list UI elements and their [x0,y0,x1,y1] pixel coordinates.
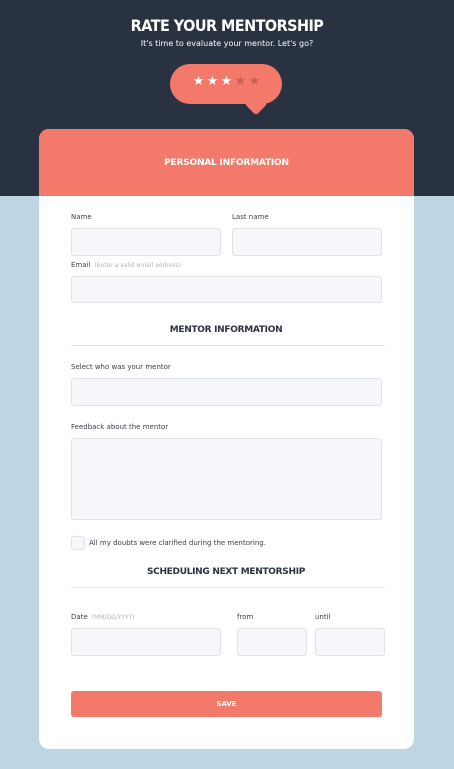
star-rating[interactable]: ★ ★ ★ ★ ★ [192,75,261,88]
email-label: Email [71,261,91,269]
feedback-textarea[interactable] [71,438,382,520]
name-field[interactable] [71,228,221,256]
email-hint: (Enter a valid email address) [94,262,182,269]
star-icon[interactable]: ★ [206,75,219,88]
email-label-row: Email (Enter a valid email address) [71,261,181,269]
star-icon[interactable]: ★ [220,75,233,88]
section-divider [71,345,385,346]
from-label: from [237,613,254,621]
mentor-select[interactable] [71,378,382,406]
page-title: RATE YOUR MENTORSHIP [130,16,324,35]
until-label: until [315,613,331,621]
email-field[interactable] [71,276,382,303]
date-field[interactable] [71,628,221,656]
personal-section-title: PERSONAL INFORMATION [164,157,289,168]
date-hint: (MM/DD/YYYY) [91,614,135,621]
mentor-section-title: MENTOR INFORMATION [169,325,283,335]
star-icon[interactable]: ★ [248,75,261,88]
doubts-checkbox[interactable] [71,536,85,550]
last-name-field[interactable] [232,228,382,256]
star-icon[interactable]: ★ [192,75,205,88]
date-label-row: Date (MM/DD/YYYY) [71,613,135,621]
scheduling-section-title: SCHEDULING NEXT MENTORSHIP [146,567,306,577]
mentor-select-label: Select who was your mentor [71,363,171,371]
save-button[interactable]: SAVE [71,691,382,717]
section-divider [71,587,385,588]
page-subtitle: It's time to evaluate your mentor. Let's… [140,39,314,48]
from-time-field[interactable] [237,628,307,656]
card-header: PERSONAL INFORMATION [39,129,414,196]
star-icon[interactable]: ★ [234,75,247,88]
name-label: Name [71,213,92,221]
until-time-field[interactable] [315,628,385,656]
doubts-checkbox-label: All my doubts were clarified during the … [89,539,266,547]
feedback-label: Feedback about the mentor [71,423,169,431]
date-label: Date [71,613,88,621]
last-name-label: Last name [232,213,269,221]
evaluation-form-card: PERSONAL INFORMATION Name Last name Emai… [39,129,414,749]
